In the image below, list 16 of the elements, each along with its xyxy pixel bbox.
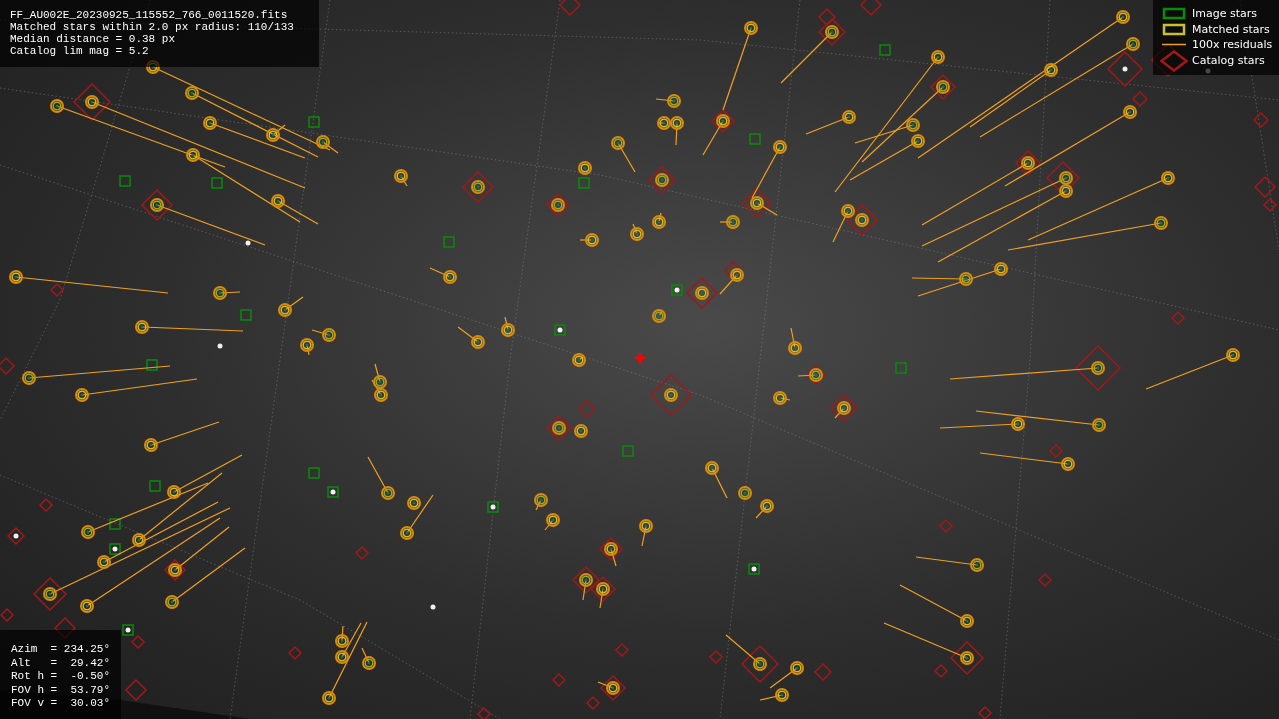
legend-label: Catalog stars	[1192, 54, 1265, 67]
legend-label: 100x residuals	[1192, 38, 1273, 52]
info-line: Catalog lim mag = 5.2	[10, 45, 150, 57]
legend-label: Matched stars	[1192, 22, 1270, 36]
info-line: Median distance = 0.38 px	[10, 33, 177, 45]
diamond-marker-icon	[1160, 49, 1188, 72]
info-line: Matched stars within 2.0 px radius: 110/133	[10, 21, 295, 33]
legend-label: Image stars	[1192, 7, 1257, 21]
pointing-line: FOV v = 30.03°	[11, 697, 112, 711]
pointing-line: Azim = 234.25°	[11, 643, 112, 657]
pointing-line: Alt = 29.42°	[11, 656, 112, 670]
pointing-line: FOV h = 53.79°	[11, 683, 112, 697]
file-name: FF_AU002E_20230925_115552_766_0011520.fits	[10, 9, 289, 21]
pointing-line: Rot h = -0.50°	[11, 670, 112, 684]
square-marker-icon	[1160, 7, 1188, 21]
rectangle-marker-icon	[1160, 22, 1188, 36]
